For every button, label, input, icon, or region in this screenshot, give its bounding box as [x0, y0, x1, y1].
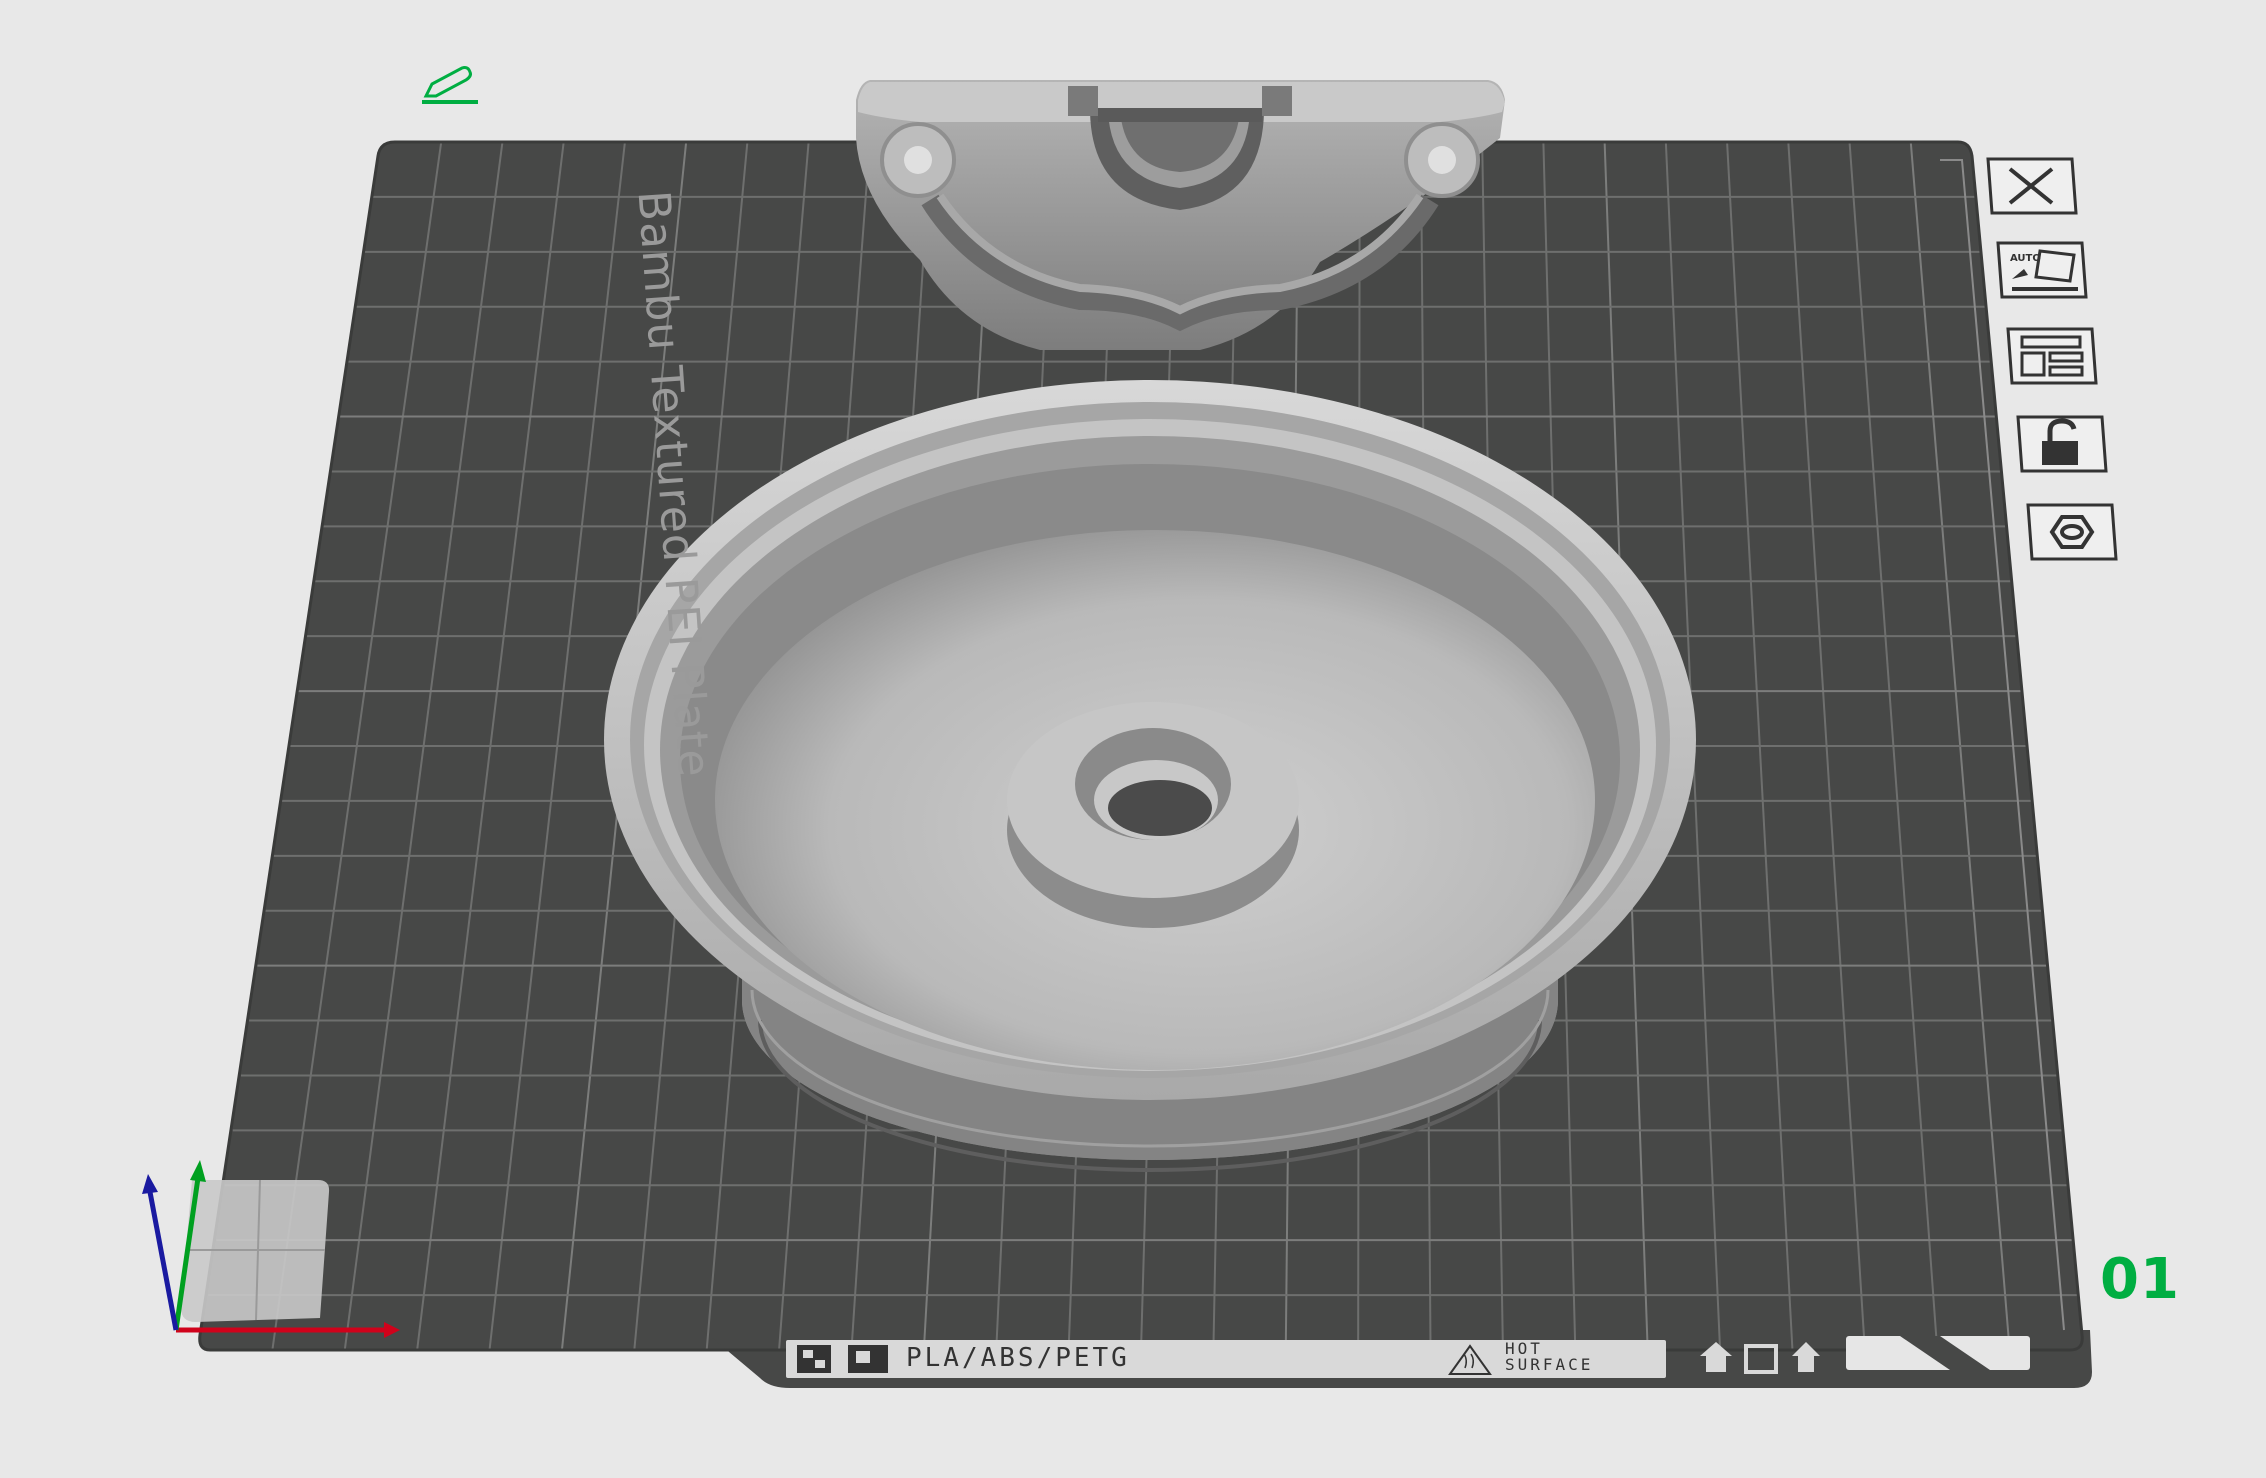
auto-orient-icon: AUTO: [1996, 241, 2088, 299]
close-plate-button[interactable]: [1982, 155, 2078, 217]
3d-viewport[interactable]: [0, 0, 2266, 1474]
hexagon-nut-icon: [2026, 503, 2118, 561]
surface-label: SURFACE: [1505, 1355, 1594, 1374]
filament-compat-label: PLA/ABS/PETG: [906, 1343, 1130, 1373]
plate-number: 01: [2100, 1247, 2180, 1312]
edit-plate-name-button[interactable]: [418, 64, 482, 106]
lock-plate-button[interactable]: [2012, 413, 2108, 475]
plate-toolbar: AUTO: [1982, 155, 2132, 575]
arrange-button[interactable]: [2002, 325, 2098, 387]
arrange-icon: [2006, 327, 2098, 385]
close-icon: [1986, 157, 2078, 215]
unlock-icon: [2016, 415, 2108, 473]
auto-orient-button[interactable]: AUTO: [1992, 239, 2088, 301]
plate-settings-button[interactable]: [2022, 501, 2118, 563]
auto-text: AUTO: [2010, 253, 2041, 264]
pencil-icon: [422, 66, 478, 104]
